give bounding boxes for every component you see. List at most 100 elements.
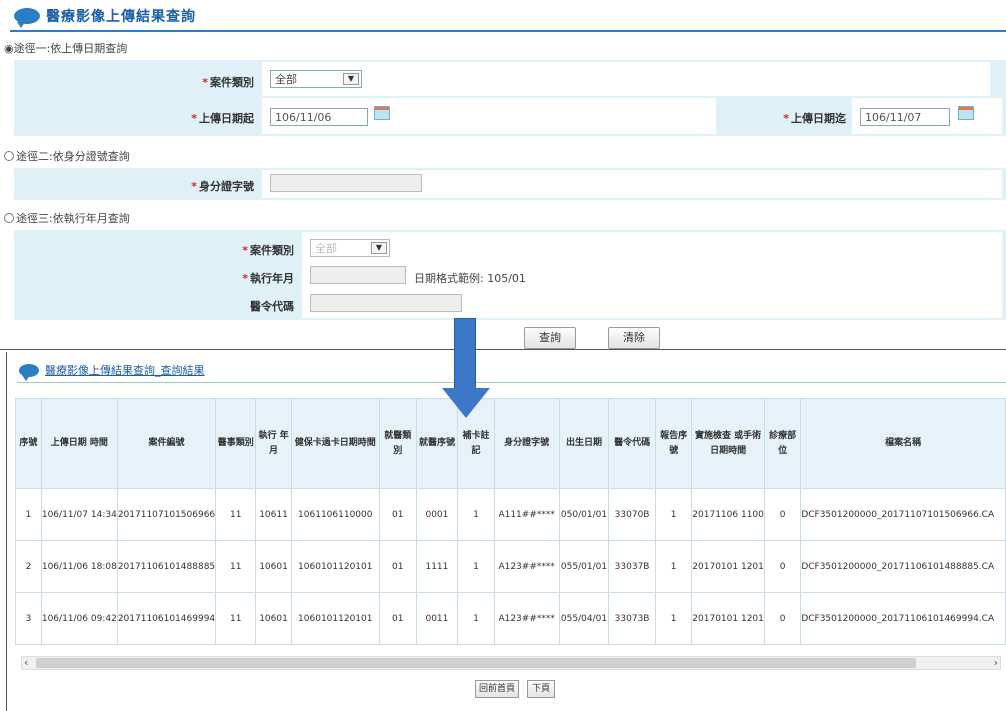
table-cell: 20171107101506966 (116, 488, 217, 541)
option2-form: * 身分證字號 (14, 168, 1006, 200)
calendar-icon[interactable] (958, 106, 974, 120)
result-panel: 醫療影像上傳結果查詢_查詢結果 序號 上傳日期 時間 案件編號 醫事類別 執行 年月 健保… (6, 352, 1006, 711)
table-cell: DCF3501200000_20171106101469994.CA (800, 592, 1006, 645)
table-cell: 055/01/01 (558, 540, 610, 593)
title-divider (10, 30, 1006, 32)
id-number-input[interactable] (270, 174, 422, 192)
query-button[interactable]: 查詢 (524, 327, 576, 349)
exec-month-label: * 執行年月 (242, 272, 294, 285)
column-header: 上傳日期 時間 (40, 398, 118, 489)
column-header: 執行 年月 (255, 398, 292, 489)
table-cell: DCF3501200000_20171106101488885.CA (800, 540, 1006, 593)
option3-radio-row[interactable]: 途徑三:依執行年月查詢 (4, 210, 130, 226)
column-header: 醫令代碼 (608, 398, 656, 489)
option3-form: * 案件類別 全部 ▼ * 執行年月 日期格式範例: 105/01 醫令代碼 (14, 230, 1006, 320)
horizontal-scrollbar[interactable]: ‹ › (21, 656, 1001, 670)
table-cell: A123##**** (493, 540, 560, 593)
table-cell: A123##**** (493, 592, 560, 645)
option2-radio-row[interactable]: 途徑二:依身分證號查詢 (4, 148, 130, 164)
option3-label[interactable]: 途徑三:依執行年月查詢 (16, 210, 130, 226)
table-cell: 0 (763, 540, 802, 593)
table-cell: 1 (654, 540, 693, 593)
query-panel-header: 醫療影像上傳結果查詢 (14, 6, 196, 28)
table-row[interactable]: 3 106/11/06 09:42 20171106101469994 11 10601… (15, 592, 1006, 645)
upload-start-input[interactable]: 106/11/06 (270, 108, 368, 126)
upload-end-input[interactable]: 106/11/07 (860, 108, 950, 126)
table-cell: 106/11/06 18:08 (40, 540, 118, 593)
id-number-label: * 身分證字號 (191, 180, 254, 193)
table-cell: 33073B (608, 592, 656, 645)
column-header: 出生日期 (558, 398, 610, 489)
table-row[interactable]: 2 106/11/06 18:08 20171106101488885 11 10601… (15, 540, 1006, 593)
column-header: 就醫類別 (378, 398, 417, 489)
query-panel: 醫療影像上傳結果查詢 ◉途徑一:依上傳日期查詢 * 案件類別 全部 ▼ * 上傳日期… (0, 0, 1006, 350)
query-panel-title: 醫療影像上傳結果查詢 (46, 9, 196, 25)
result-table: 序號 上傳日期 時間 案件編號 醫事類別 執行 年月 健保卡過卡日期時間 就醫類別 就醫序號補… (15, 398, 1006, 645)
speech-bubble-icon (19, 363, 39, 381)
scroll-left-icon[interactable]: ‹ (24, 656, 28, 669)
option1-radio-row[interactable]: ◉途徑一:依上傳日期查詢 (4, 40, 127, 56)
table-cell: 1060101120101 (290, 592, 380, 645)
exec-month-input[interactable] (310, 266, 406, 284)
case-type-label: * 案件類別 (242, 244, 294, 257)
table-cell: 0 (763, 488, 802, 541)
table-cell: 33070B (608, 488, 656, 541)
column-header: 診療部位 (763, 398, 802, 489)
option1-label[interactable]: ◉途徑一:依上傳日期查詢 (4, 40, 127, 56)
table-cell: 0001 (415, 488, 459, 541)
table-cell: 01 (378, 540, 417, 593)
column-header: 實施檢查 或手術日期時間 (691, 398, 765, 489)
hosp-code-label: 醫令代碼 (250, 300, 294, 313)
calendar-icon[interactable] (374, 106, 390, 120)
clear-button[interactable]: 清除 (608, 327, 660, 349)
table-cell: 11 (215, 592, 257, 645)
result-panel-title: 醫療影像上傳結果查詢_查詢結果 (45, 364, 205, 377)
table-cell: 1060101120101 (290, 540, 380, 593)
scrollbar-thumb[interactable] (36, 658, 916, 668)
chevron-down-icon[interactable]: ▼ (343, 73, 359, 85)
upload-start-label: * 上傳日期起 (191, 112, 254, 125)
table-cell: 055/04/01 (558, 592, 610, 645)
table-cell: A111##**** (493, 488, 560, 541)
hosp-code-input[interactable] (310, 294, 462, 312)
table-row[interactable]: 1 106/11/07 14:34 20171107101506966 11 10611… (15, 488, 1006, 541)
option2-label[interactable]: 途徑二:依身分證號查詢 (16, 148, 130, 164)
result-panel-header: 醫療影像上傳結果查詢_查詢結果 (19, 362, 205, 381)
table-cell: 20170101 1201 (691, 540, 765, 593)
table-cell: 1 (457, 592, 495, 645)
case-type-label: * 案件類別 (202, 76, 254, 89)
table-cell: DCF3501200000_20171107101506966.CA (800, 488, 1006, 541)
scroll-right-icon[interactable]: › (994, 656, 998, 669)
table-cell: 33037B (608, 540, 656, 593)
table-cell: 01 (378, 592, 417, 645)
chevron-down-icon[interactable]: ▼ (371, 242, 387, 254)
date-format-hint: 日期格式範例: 105/01 (414, 272, 526, 285)
table-cell: 11 (215, 540, 257, 593)
case-type-select[interactable]: 全部 ▼ (310, 239, 390, 257)
case-type-select[interactable]: 全部 ▼ (270, 70, 362, 88)
table-cell: 1111 (415, 540, 459, 593)
speech-bubble-icon (14, 8, 40, 28)
column-header: 案件編號 (116, 398, 217, 489)
column-header: 序號 (15, 398, 42, 489)
table-cell: 1 (15, 488, 42, 541)
down-arrow-icon (442, 318, 490, 418)
upload-end-label: * 上傳日期迄 (783, 112, 846, 125)
option3-radio[interactable] (4, 213, 14, 223)
table-cell: 20171106101488885 (116, 540, 217, 593)
next-page-button[interactable]: 下頁 (527, 680, 555, 698)
first-page-button[interactable]: 回前首頁 (475, 680, 519, 698)
table-cell: 20171106 1100 (691, 488, 765, 541)
column-header: 健保卡過卡日期時間 (290, 398, 380, 489)
table-cell: 0 (763, 592, 802, 645)
column-header: 報告序號 (654, 398, 693, 489)
table-cell: 106/11/07 14:34 (40, 488, 118, 541)
option1-form: * 案件類別 全部 ▼ * 上傳日期起 106/11/06 * 上傳日期迄 106/1… (14, 60, 1006, 136)
table-cell: 0011 (415, 592, 459, 645)
option2-radio[interactable] (4, 151, 14, 161)
table-cell: 10611 (255, 488, 292, 541)
table-cell: 1061106110000 (290, 488, 380, 541)
column-header: 檔案名稱 (800, 398, 1006, 489)
table-cell: 1 (457, 540, 495, 593)
table-cell: 10601 (255, 540, 292, 593)
